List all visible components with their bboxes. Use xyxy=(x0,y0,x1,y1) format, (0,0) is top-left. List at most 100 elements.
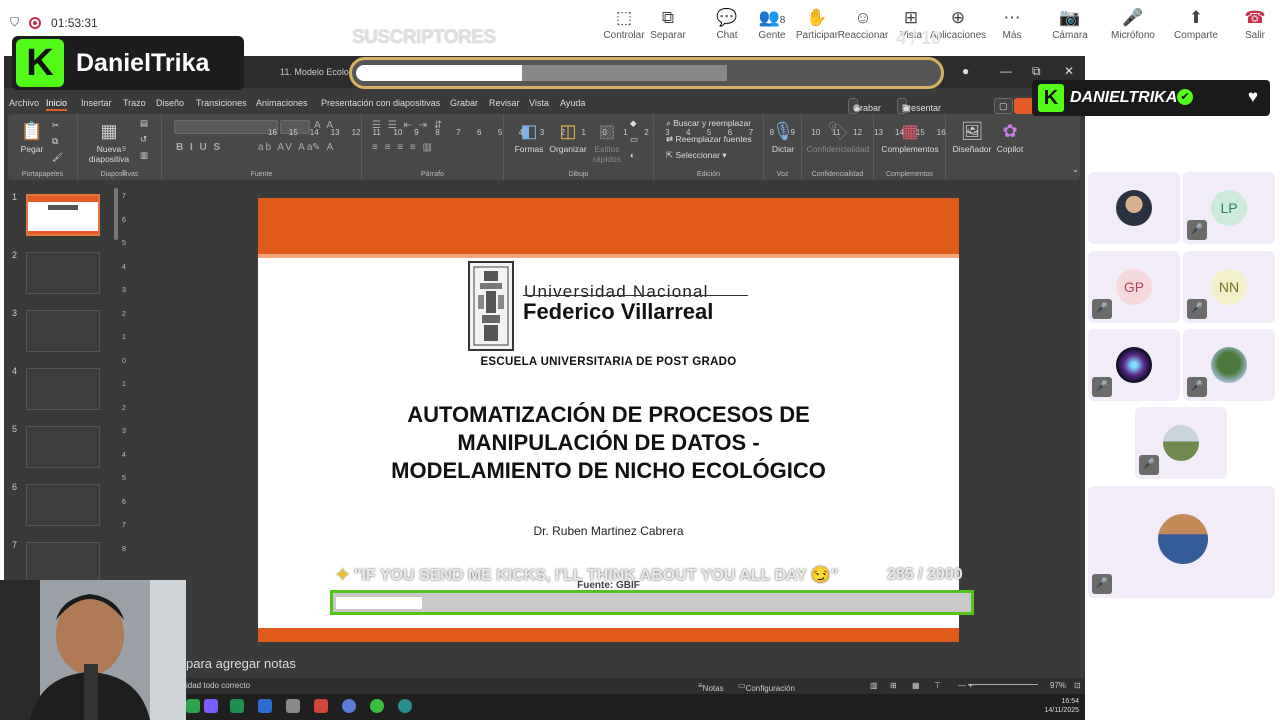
ruler-tick-label: 4 xyxy=(122,451,126,459)
quick-styles-button[interactable]: ▨ Estilos rápidos xyxy=(590,118,624,164)
más-button[interactable]: ⋯ Más xyxy=(984,6,1040,41)
fit-slide-icon[interactable]: ⊡ xyxy=(1074,681,1081,690)
menu-tab-4[interactable]: Diseño xyxy=(156,98,184,108)
font-color-icons[interactable]: ✎ A xyxy=(312,142,335,153)
align-icons[interactable]: ≡ ≡ ≡ ≡ ▥ xyxy=(372,142,434,153)
participant-tile[interactable]: 🎤 xyxy=(1135,407,1227,479)
zoom-level[interactable]: 97% xyxy=(1050,681,1066,690)
ruler-tick-label: 6 xyxy=(122,498,126,506)
slideshow-view-icon[interactable]: ⊤ xyxy=(934,681,941,690)
zoom-slider[interactable]: — + xyxy=(958,681,1039,690)
slide-number: 5 xyxy=(12,424,18,434)
slide-thumbnail[interactable] xyxy=(26,310,100,352)
select-button[interactable]: ⇱ Seleccionar ▾ xyxy=(666,150,727,161)
powerpoint-icon[interactable] xyxy=(314,699,328,713)
taskbar-app-icon[interactable] xyxy=(204,699,218,713)
apps-icon: ⊕ xyxy=(950,8,966,27)
micrófono-button[interactable]: 🎤 Micrófono xyxy=(1105,6,1161,41)
taskbar-app-icon[interactable] xyxy=(398,699,412,713)
menu-tab-5[interactable]: Transiciones xyxy=(196,98,247,108)
participant-tile[interactable]: 🎤 xyxy=(1088,329,1180,401)
cámara-button[interactable]: 📷 Cámara xyxy=(1042,6,1098,41)
taskbar-app-icon[interactable] xyxy=(342,699,356,713)
font-format-icons[interactable]: B I U S xyxy=(176,142,222,153)
menu-tab-0[interactable]: Archivo xyxy=(9,98,39,108)
notes-placeholder[interactable]: para agregar notas xyxy=(186,656,296,671)
font-spacing-icons[interactable]: ab AV Aa xyxy=(258,142,314,153)
find-label: Buscar y reemplazar xyxy=(673,118,752,128)
notes-toggle[interactable]: ≡ Notas xyxy=(698,681,724,693)
menu-tab-8[interactable]: Grabar xyxy=(450,98,478,108)
taskbar-app-icon[interactable] xyxy=(286,699,300,713)
sorter-view-icon[interactable]: ⊞ xyxy=(890,681,897,690)
menu-tab-3[interactable]: Trazo xyxy=(123,98,146,108)
display-settings[interactable]: ▭ Configuración de visualización xyxy=(738,681,795,711)
slide-thumbnail[interactable] xyxy=(26,426,100,468)
reset-icon[interactable]: ↺ xyxy=(140,134,147,145)
profile-icon[interactable]: ● xyxy=(962,64,969,78)
menu-tab-7[interactable]: Presentación con diapositivas xyxy=(321,98,440,108)
streamer-name: DanielTrika xyxy=(76,48,210,77)
salir-button[interactable]: ☎ Salir xyxy=(1227,6,1280,41)
separar-button[interactable]: ⧉ Separar xyxy=(640,6,696,41)
ruler-tick-label: 6 xyxy=(122,216,126,224)
paste-button[interactable]: 📋 Pegar xyxy=(14,118,50,154)
participant-tile[interactable]: GP 🎤 xyxy=(1088,251,1180,323)
thumbnails-scrollbar[interactable] xyxy=(114,188,118,240)
menu-tab-11[interactable]: Ayuda xyxy=(560,98,585,108)
participant-avatar xyxy=(1116,190,1152,226)
format-painter-icon[interactable]: 🖌 xyxy=(52,152,63,163)
close-icon[interactable]: ✕ xyxy=(1064,64,1074,78)
excel-icon[interactable] xyxy=(230,699,244,713)
slide-bottom-band xyxy=(258,628,959,642)
copilot-button[interactable]: ✿ Copilot xyxy=(992,118,1028,154)
participant-tile[interactable]: NN 🎤 xyxy=(1183,251,1275,323)
slide-thumbnail[interactable] xyxy=(26,252,100,294)
collapse-ribbon-icon[interactable]: ⌄ xyxy=(1072,164,1079,175)
taskbar-clock[interactable]: 16:54 14/11/2025 xyxy=(1044,697,1079,715)
dibujo-label: Dibujo xyxy=(568,171,589,178)
participant-tile[interactable]: LP 🎤 xyxy=(1183,172,1275,244)
toolbar-button-label: Reaccionar xyxy=(837,30,889,41)
word-icon[interactable] xyxy=(258,699,272,713)
copilot-label: Copilot xyxy=(996,144,1024,154)
comparte-button[interactable]: ⬆ Comparte xyxy=(1168,6,1224,41)
school-name: ESCUELA UNIVERSITARIA DE POST GRADO xyxy=(480,356,737,368)
shape-effects-icon[interactable]: ◐ xyxy=(630,150,635,160)
participant-tile[interactable] xyxy=(1088,172,1180,244)
kick-logo-icon: K xyxy=(1038,84,1064,112)
taskbar-app-icon[interactable] xyxy=(186,699,200,713)
taskbar-app-icon[interactable] xyxy=(370,699,384,713)
mic-muted-icon: 🎤 xyxy=(1092,299,1112,319)
menu-tab-9[interactable]: Revisar xyxy=(489,98,520,108)
cut-icon[interactable]: ✂ xyxy=(52,120,59,131)
layout-icon[interactable]: ▤ xyxy=(140,118,148,129)
slide-thumbnail[interactable] xyxy=(26,484,100,526)
participant-avatar: NN xyxy=(1211,269,1247,305)
menu-tab-10[interactable]: Vista xyxy=(529,98,549,108)
leave-icon: ☎ xyxy=(1244,8,1266,27)
maximize-icon[interactable]: ⧉ xyxy=(1032,64,1041,79)
present-in-teams-button[interactable]: ▣ Presentar en Teams xyxy=(897,98,941,123)
ruler-tick-label: 8 xyxy=(122,545,126,553)
section-icon[interactable]: ▥ xyxy=(140,150,148,161)
heart-icon[interactable]: ♥ xyxy=(1248,87,1258,107)
ruler-tick-label: 10 xyxy=(811,128,821,137)
participant-tile[interactable]: 🎤 xyxy=(1183,329,1275,401)
menu-tab-2[interactable]: Insertar xyxy=(81,98,112,108)
comments-button[interactable]: ▢ xyxy=(994,98,1013,114)
menu-tab-1[interactable]: Inicio xyxy=(46,98,68,111)
reading-view-icon[interactable]: ▦ xyxy=(912,681,920,690)
normal-view-icon[interactable]: ▥ xyxy=(870,681,878,690)
slide-thumbnail[interactable] xyxy=(26,368,100,410)
copy-icon[interactable]: ⧉ xyxy=(52,136,58,147)
slide-thumbnail[interactable] xyxy=(26,542,100,584)
menu-tab-6[interactable]: Animaciones xyxy=(256,98,308,108)
grabar-button[interactable]: ◉ Grabar xyxy=(848,98,881,114)
share-button[interactable] xyxy=(1014,98,1034,114)
minimize-icon[interactable]: — xyxy=(1000,64,1012,78)
participant-tile[interactable]: 🎤 xyxy=(1088,486,1275,598)
subscribers-goal-count: 4 / 10 xyxy=(896,28,942,48)
accessibility-status[interactable]: idad todo correcto xyxy=(186,681,250,690)
slide-thumbnail[interactable] xyxy=(26,194,100,236)
